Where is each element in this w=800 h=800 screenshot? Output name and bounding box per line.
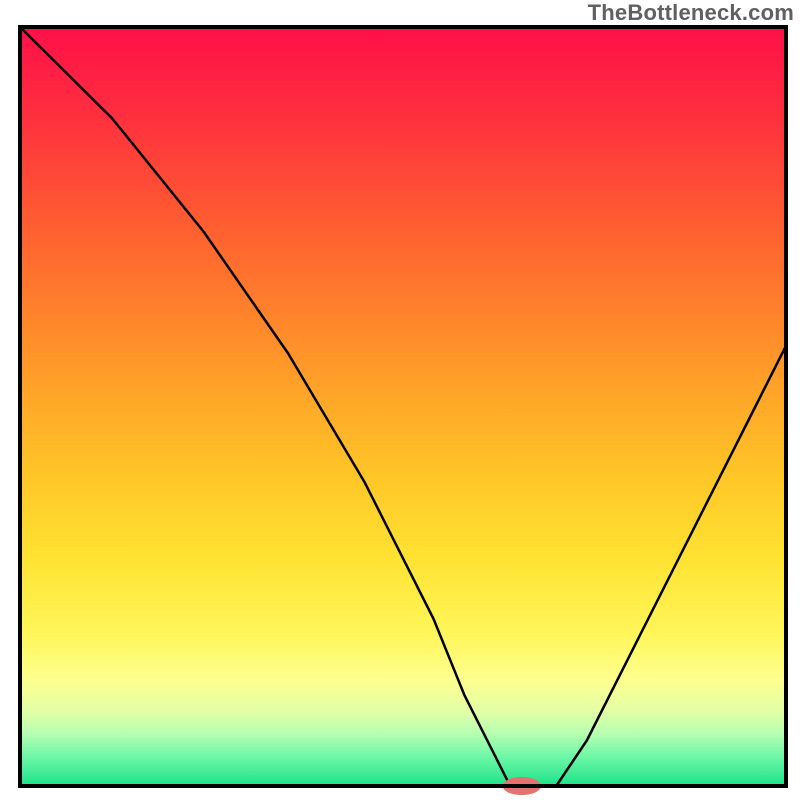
watermark-text: TheBottleneck.com <box>588 0 794 26</box>
chart-container: TheBottleneck.com <box>0 0 800 800</box>
plot-background <box>20 27 786 786</box>
bottleneck-chart <box>0 0 800 800</box>
